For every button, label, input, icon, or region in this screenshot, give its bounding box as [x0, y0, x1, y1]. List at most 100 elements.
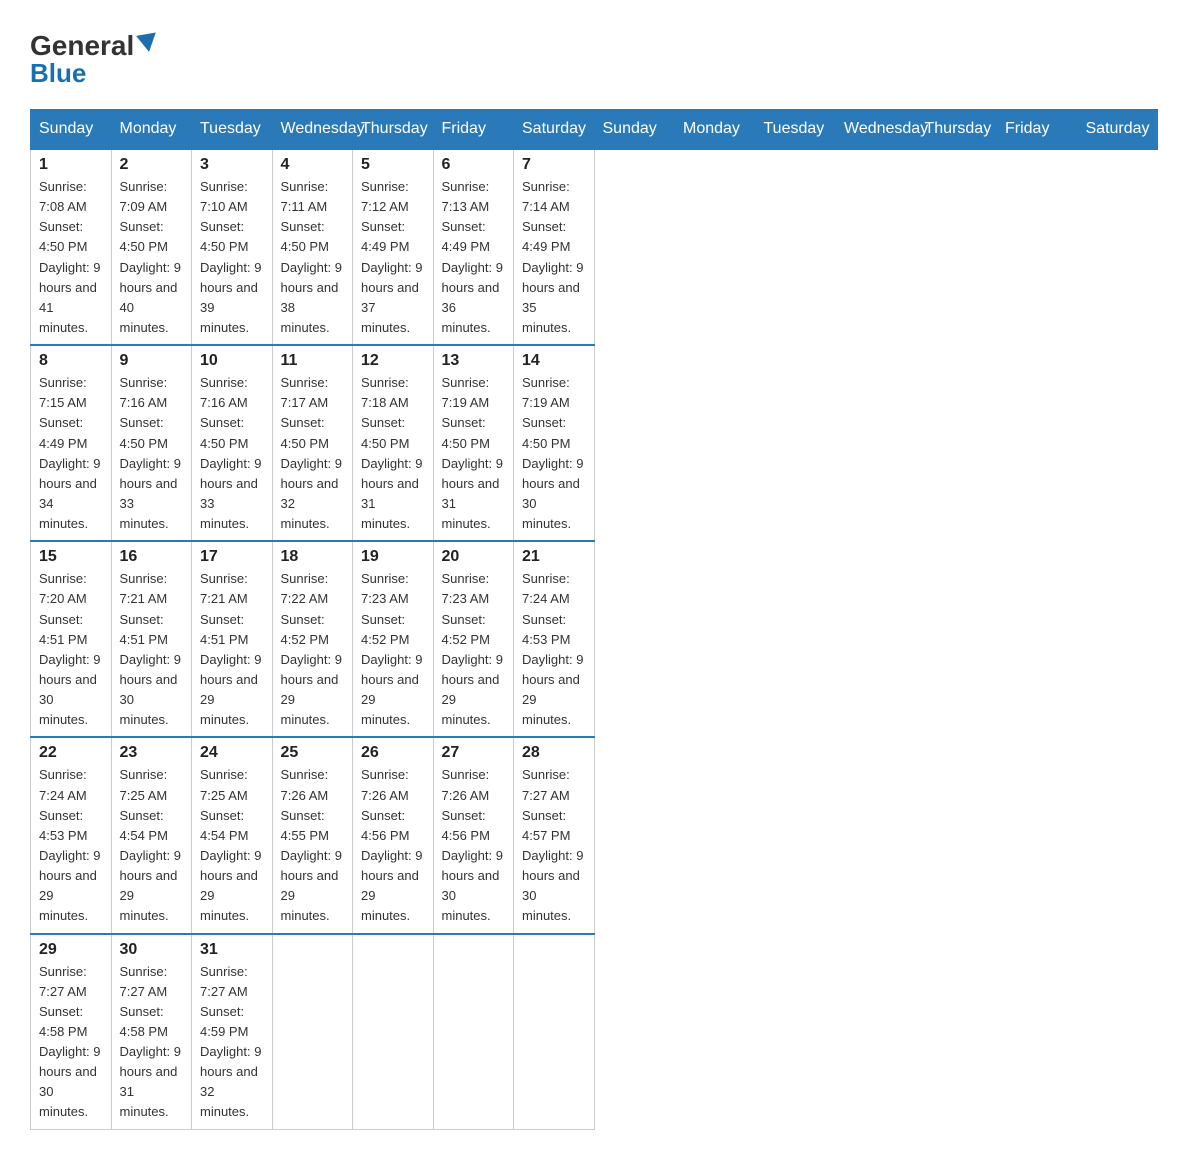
day-info: Sunrise: 7:21 AMSunset: 4:51 PMDaylight:…	[200, 569, 264, 730]
calendar-cell: 18 Sunrise: 7:22 AMSunset: 4:52 PMDaylig…	[272, 541, 353, 737]
day-number: 5	[361, 156, 425, 174]
day-number: 6	[442, 156, 506, 174]
day-info: Sunrise: 7:26 AMSunset: 4:55 PMDaylight:…	[281, 765, 345, 926]
calendar-cell: 24 Sunrise: 7:25 AMSunset: 4:54 PMDaylig…	[192, 737, 273, 933]
calendar-cell: 21 Sunrise: 7:24 AMSunset: 4:53 PMDaylig…	[514, 541, 595, 737]
day-info: Sunrise: 7:24 AMSunset: 4:53 PMDaylight:…	[39, 765, 103, 926]
column-header-friday: Friday	[433, 110, 514, 150]
calendar-cell: 12 Sunrise: 7:18 AMSunset: 4:50 PMDaylig…	[353, 345, 434, 541]
day-number: 8	[39, 352, 103, 370]
calendar-cell: 15 Sunrise: 7:20 AMSunset: 4:51 PMDaylig…	[31, 541, 112, 737]
column-header-wednesday: Wednesday	[272, 110, 353, 150]
calendar-week-row: 8 Sunrise: 7:15 AMSunset: 4:49 PMDayligh…	[31, 345, 1158, 541]
calendar-cell: 6 Sunrise: 7:13 AMSunset: 4:49 PMDayligh…	[433, 149, 514, 345]
calendar-week-row: 22 Sunrise: 7:24 AMSunset: 4:53 PMDaylig…	[31, 737, 1158, 933]
calendar-cell: 9 Sunrise: 7:16 AMSunset: 4:50 PMDayligh…	[111, 345, 192, 541]
day-number: 23	[120, 744, 184, 762]
column-header-sunday: Sunday	[31, 110, 112, 150]
day-number: 19	[361, 548, 425, 566]
calendar-cell: 23 Sunrise: 7:25 AMSunset: 4:54 PMDaylig…	[111, 737, 192, 933]
day-info: Sunrise: 7:16 AMSunset: 4:50 PMDaylight:…	[200, 373, 264, 534]
day-number: 12	[361, 352, 425, 370]
logo-blue-label: Blue	[30, 58, 86, 89]
column-header-monday: Monday	[675, 110, 756, 150]
day-number: 9	[120, 352, 184, 370]
column-header-monday: Monday	[111, 110, 192, 150]
day-info: Sunrise: 7:08 AMSunset: 4:50 PMDaylight:…	[39, 177, 103, 338]
day-number: 29	[39, 941, 103, 959]
day-number: 10	[200, 352, 264, 370]
day-number: 4	[281, 156, 345, 174]
calendar-cell: 10 Sunrise: 7:16 AMSunset: 4:50 PMDaylig…	[192, 345, 273, 541]
calendar-cell: 7 Sunrise: 7:14 AMSunset: 4:49 PMDayligh…	[514, 149, 595, 345]
calendar-cell: 31 Sunrise: 7:27 AMSunset: 4:59 PMDaylig…	[192, 934, 273, 1130]
day-number: 30	[120, 941, 184, 959]
day-info: Sunrise: 7:18 AMSunset: 4:50 PMDaylight:…	[361, 373, 425, 534]
calendar-cell: 2 Sunrise: 7:09 AMSunset: 4:50 PMDayligh…	[111, 149, 192, 345]
column-header-friday: Friday	[997, 110, 1078, 150]
day-info: Sunrise: 7:27 AMSunset: 4:57 PMDaylight:…	[522, 765, 586, 926]
calendar-cell: 22 Sunrise: 7:24 AMSunset: 4:53 PMDaylig…	[31, 737, 112, 933]
day-info: Sunrise: 7:12 AMSunset: 4:49 PMDaylight:…	[361, 177, 425, 338]
day-number: 16	[120, 548, 184, 566]
calendar-cell: 16 Sunrise: 7:21 AMSunset: 4:51 PMDaylig…	[111, 541, 192, 737]
day-number: 27	[442, 744, 506, 762]
calendar-table: SundayMondayTuesdayWednesdayThursdayFrid…	[30, 109, 1158, 1130]
calendar-cell: 4 Sunrise: 7:11 AMSunset: 4:50 PMDayligh…	[272, 149, 353, 345]
day-info: Sunrise: 7:21 AMSunset: 4:51 PMDaylight:…	[120, 569, 184, 730]
day-info: Sunrise: 7:22 AMSunset: 4:52 PMDaylight:…	[281, 569, 345, 730]
day-number: 31	[200, 941, 264, 959]
day-info: Sunrise: 7:27 AMSunset: 4:58 PMDaylight:…	[120, 962, 184, 1123]
logo: General Blue	[30, 30, 158, 89]
day-info: Sunrise: 7:19 AMSunset: 4:50 PMDaylight:…	[522, 373, 586, 534]
calendar-header-row: SundayMondayTuesdayWednesdayThursdayFrid…	[31, 110, 1158, 150]
day-info: Sunrise: 7:19 AMSunset: 4:50 PMDaylight:…	[442, 373, 506, 534]
calendar-cell	[272, 934, 353, 1130]
day-number: 1	[39, 156, 103, 174]
day-number: 22	[39, 744, 103, 762]
calendar-cell: 28 Sunrise: 7:27 AMSunset: 4:57 PMDaylig…	[514, 737, 595, 933]
day-number: 25	[281, 744, 345, 762]
day-info: Sunrise: 7:15 AMSunset: 4:49 PMDaylight:…	[39, 373, 103, 534]
day-info: Sunrise: 7:20 AMSunset: 4:51 PMDaylight:…	[39, 569, 103, 730]
column-header-thursday: Thursday	[353, 110, 434, 150]
calendar-cell: 8 Sunrise: 7:15 AMSunset: 4:49 PMDayligh…	[31, 345, 112, 541]
day-number: 20	[442, 548, 506, 566]
day-info: Sunrise: 7:14 AMSunset: 4:49 PMDaylight:…	[522, 177, 586, 338]
day-info: Sunrise: 7:23 AMSunset: 4:52 PMDaylight:…	[361, 569, 425, 730]
day-info: Sunrise: 7:17 AMSunset: 4:50 PMDaylight:…	[281, 373, 345, 534]
day-number: 26	[361, 744, 425, 762]
day-number: 15	[39, 548, 103, 566]
day-number: 2	[120, 156, 184, 174]
column-header-sunday: Sunday	[594, 110, 675, 150]
day-number: 13	[442, 352, 506, 370]
day-number: 3	[200, 156, 264, 174]
day-info: Sunrise: 7:25 AMSunset: 4:54 PMDaylight:…	[120, 765, 184, 926]
logo-chevron-icon	[136, 32, 159, 53]
calendar-cell: 13 Sunrise: 7:19 AMSunset: 4:50 PMDaylig…	[433, 345, 514, 541]
column-header-tuesday: Tuesday	[192, 110, 273, 150]
day-number: 14	[522, 352, 586, 370]
day-info: Sunrise: 7:26 AMSunset: 4:56 PMDaylight:…	[442, 765, 506, 926]
column-header-wednesday: Wednesday	[836, 110, 917, 150]
day-info: Sunrise: 7:13 AMSunset: 4:49 PMDaylight:…	[442, 177, 506, 338]
day-number: 7	[522, 156, 586, 174]
calendar-cell: 26 Sunrise: 7:26 AMSunset: 4:56 PMDaylig…	[353, 737, 434, 933]
column-header-thursday: Thursday	[916, 110, 997, 150]
calendar-cell: 27 Sunrise: 7:26 AMSunset: 4:56 PMDaylig…	[433, 737, 514, 933]
day-info: Sunrise: 7:23 AMSunset: 4:52 PMDaylight:…	[442, 569, 506, 730]
calendar-cell: 17 Sunrise: 7:21 AMSunset: 4:51 PMDaylig…	[192, 541, 273, 737]
calendar-cell: 11 Sunrise: 7:17 AMSunset: 4:50 PMDaylig…	[272, 345, 353, 541]
calendar-cell: 5 Sunrise: 7:12 AMSunset: 4:49 PMDayligh…	[353, 149, 434, 345]
calendar-cell: 14 Sunrise: 7:19 AMSunset: 4:50 PMDaylig…	[514, 345, 595, 541]
day-info: Sunrise: 7:10 AMSunset: 4:50 PMDaylight:…	[200, 177, 264, 338]
day-number: 24	[200, 744, 264, 762]
column-header-saturday: Saturday	[1077, 110, 1158, 150]
calendar-cell: 30 Sunrise: 7:27 AMSunset: 4:58 PMDaylig…	[111, 934, 192, 1130]
calendar-cell	[514, 934, 595, 1130]
day-number: 28	[522, 744, 586, 762]
day-info: Sunrise: 7:09 AMSunset: 4:50 PMDaylight:…	[120, 177, 184, 338]
day-number: 17	[200, 548, 264, 566]
calendar-cell: 1 Sunrise: 7:08 AMSunset: 4:50 PMDayligh…	[31, 149, 112, 345]
calendar-cell: 3 Sunrise: 7:10 AMSunset: 4:50 PMDayligh…	[192, 149, 273, 345]
